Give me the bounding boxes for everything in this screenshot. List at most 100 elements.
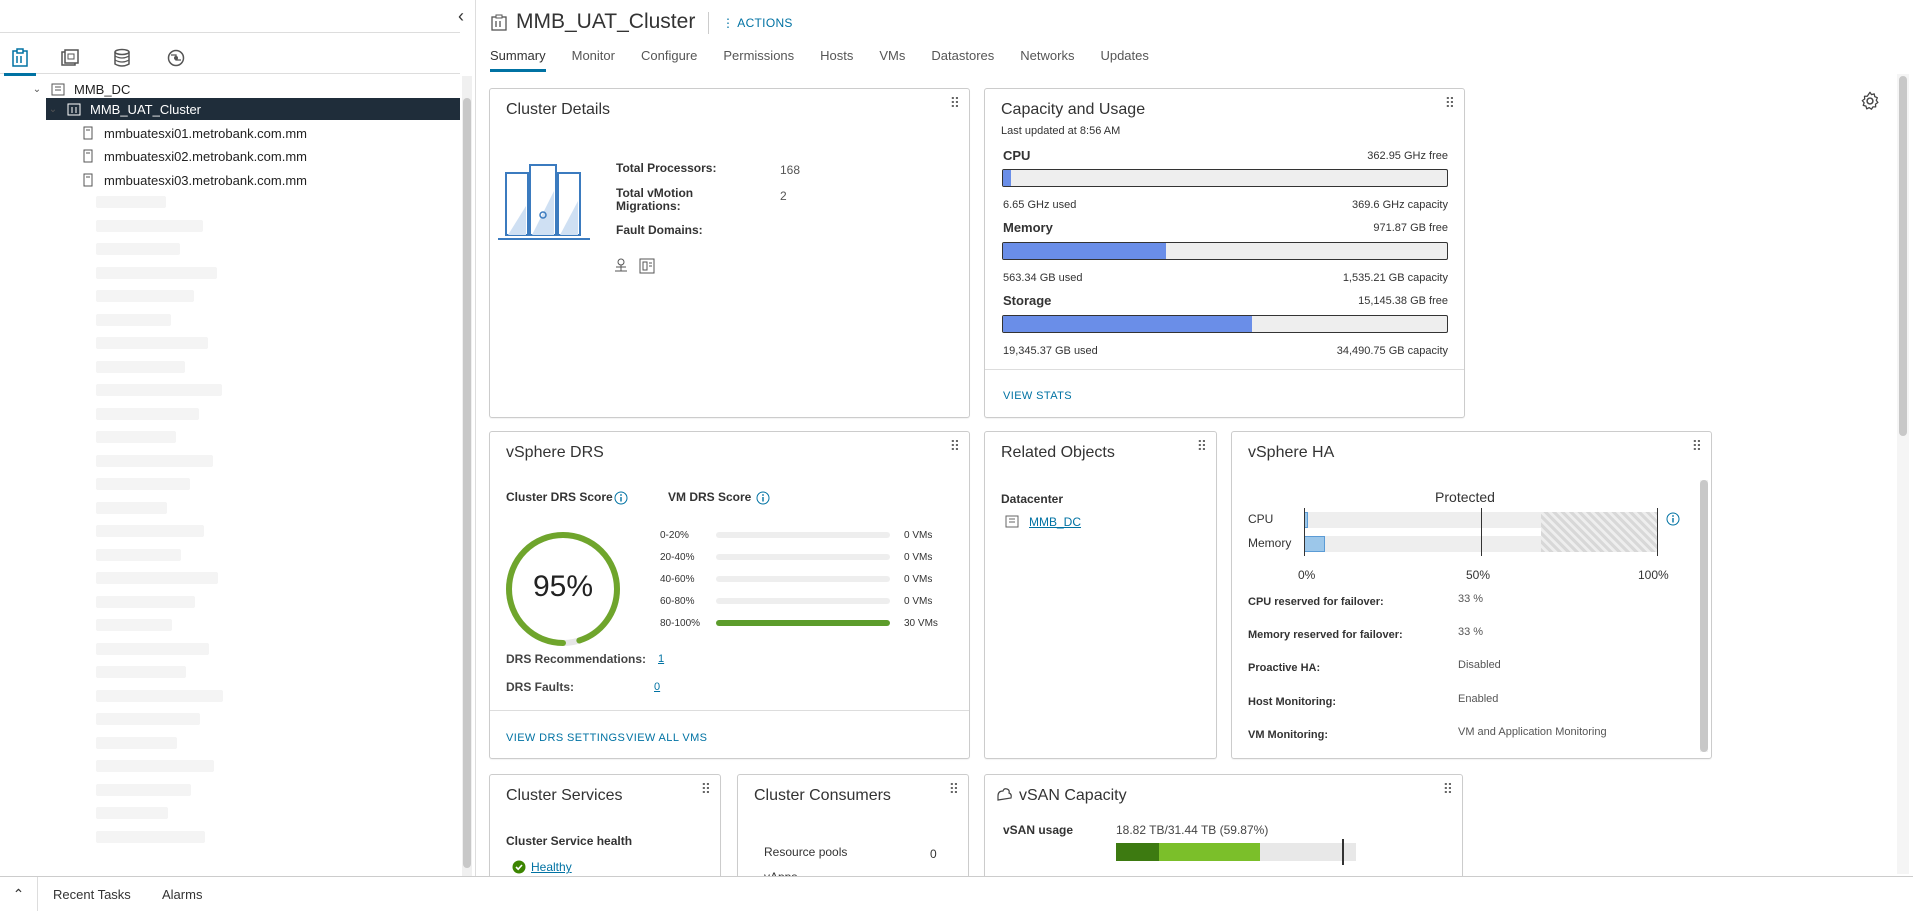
storage-view-icon[interactable] bbox=[110, 46, 134, 70]
actions-button[interactable]: ⋮ ACTIONS bbox=[722, 16, 793, 30]
object-tabs: Summary Monitor Configure Permissions Ho… bbox=[490, 48, 1175, 72]
more-vertical-icon: ⋮ bbox=[722, 16, 738, 30]
datacenter-label: Datacenter bbox=[1001, 492, 1064, 506]
cluster-drs-score-label: Cluster DRS Score bbox=[506, 490, 613, 504]
cpu-usage-fill bbox=[1003, 170, 1011, 186]
tab-configure[interactable]: Configure bbox=[641, 48, 697, 72]
vsan-threshold-marker bbox=[1342, 839, 1344, 865]
distribution-count: 0 VMs bbox=[904, 529, 933, 541]
ha-reservation-chart bbox=[1304, 508, 1658, 562]
host-profile-icon[interactable] bbox=[638, 257, 656, 280]
ha-row-value: VM and Application Monitoring bbox=[1458, 726, 1607, 738]
tree-item-label: mmbuatesxi01.metrobank.com.mm bbox=[104, 125, 308, 141]
drag-handle-icon[interactable]: ⠿ bbox=[1443, 782, 1453, 796]
chevron-up-icon[interactable]: ⌃ bbox=[0, 877, 38, 911]
vm-drs-distribution-row: 80-100% 30 VMs bbox=[660, 616, 950, 630]
ha-memory-label: Memory bbox=[1248, 536, 1292, 550]
vm-drs-distribution-row: 0-20% 0 VMs bbox=[660, 528, 950, 542]
storage-usage-bar bbox=[1002, 315, 1448, 333]
vsphere-ha-card: vSphere HA ⠿ Protected CPU Memory 0% 50%… bbox=[1231, 431, 1712, 759]
networking-view-icon[interactable] bbox=[164, 46, 188, 70]
tree-item-host[interactable]: mmbuatesxi01.metrobank.com.mm bbox=[74, 122, 307, 144]
card-title: Cluster Services bbox=[506, 787, 623, 804]
ha-reserved-area bbox=[1541, 512, 1658, 552]
card-title: Cluster Details bbox=[506, 101, 611, 118]
recent-tasks-tab[interactable]: Recent Tasks bbox=[53, 887, 131, 902]
vm-drs-distribution-row: 60-80% 0 VMs bbox=[660, 594, 950, 608]
ha-card-scrollbar[interactable] bbox=[1700, 480, 1708, 752]
alarms-tab[interactable]: Alarms bbox=[162, 887, 202, 902]
distribution-range: 20-40% bbox=[660, 551, 695, 563]
view-all-vms-button[interactable]: VIEW ALL VMS bbox=[626, 732, 707, 744]
total-processors-value: 168 bbox=[780, 163, 801, 177]
distribution-count: 30 VMs bbox=[904, 617, 938, 629]
info-icon[interactable] bbox=[614, 491, 628, 510]
tab-hosts[interactable]: Hosts bbox=[820, 48, 853, 72]
host-network-icon[interactable] bbox=[612, 257, 630, 280]
drs-recommendations-link[interactable]: 1 bbox=[658, 653, 664, 665]
cluster-consumers-card: Cluster Consumers ⠿ Resource pools 0 vAp… bbox=[737, 774, 969, 884]
collapse-navigator-button[interactable]: ‹ bbox=[458, 6, 464, 27]
chevron-down-icon[interactable]: ⌄ bbox=[30, 84, 44, 95]
tree-item-datacenter[interactable]: ⌄ MMB_DC bbox=[30, 78, 450, 100]
vm-drs-distribution-row: 20-40% 0 VMs bbox=[660, 550, 950, 564]
tree-item-label: MMB_DC bbox=[74, 81, 131, 97]
vms-templates-view-icon[interactable] bbox=[58, 46, 82, 70]
tree-item-cluster[interactable]: ⌄ MMB_UAT_Cluster bbox=[46, 98, 460, 120]
ha-status: Protected bbox=[1435, 489, 1495, 505]
tab-vms[interactable]: VMs bbox=[879, 48, 905, 72]
vsphere-drs-card: vSphere DRS ⠿ Cluster DRS Score VM DRS S… bbox=[489, 431, 970, 759]
ha-axis-label: 50% bbox=[1466, 568, 1491, 582]
ha-row-label: Host Monitoring: bbox=[1248, 696, 1336, 708]
tab-networks[interactable]: Networks bbox=[1020, 48, 1074, 72]
tree-placeholder-row bbox=[96, 548, 181, 561]
info-icon[interactable] bbox=[1666, 512, 1680, 531]
host-icon bbox=[78, 173, 98, 187]
drs-faults-link[interactable]: 0 bbox=[654, 681, 660, 693]
drag-handle-icon[interactable]: ⠿ bbox=[949, 782, 959, 796]
hosts-clusters-view-icon[interactable] bbox=[4, 46, 36, 76]
drag-handle-icon[interactable]: ⠿ bbox=[950, 439, 960, 453]
drag-handle-icon[interactable]: ⠿ bbox=[950, 96, 960, 110]
tab-summary[interactable]: Summary bbox=[490, 48, 546, 72]
cluster-illustration-icon bbox=[496, 161, 592, 250]
tree-placeholder-row bbox=[96, 736, 177, 749]
tab-updates[interactable]: Updates bbox=[1100, 48, 1148, 72]
storage-capacity: 34,490.75 GB capacity bbox=[1336, 345, 1448, 357]
drag-handle-icon[interactable]: ⠿ bbox=[1445, 96, 1455, 110]
drag-handle-icon[interactable]: ⠿ bbox=[701, 782, 711, 796]
tab-permissions[interactable]: Permissions bbox=[723, 48, 794, 72]
health-status-link[interactable]: Healthy bbox=[531, 860, 572, 874]
tree-placeholder-row bbox=[96, 431, 176, 443]
memory-capacity: 1,535.21 GB capacity bbox=[1342, 272, 1448, 284]
view-drs-settings-button[interactable]: VIEW DRS SETTINGS bbox=[506, 732, 625, 744]
tree-placeholder-row bbox=[96, 454, 213, 467]
tree-placeholder-row bbox=[96, 290, 194, 302]
navigator-scrollbar[interactable] bbox=[462, 76, 472, 876]
page-title: MMB_UAT_Cluster bbox=[516, 10, 696, 33]
cpu-free: 362.95 GHz free bbox=[1367, 150, 1448, 162]
object-header: MMB_UAT_Cluster ⋮ ACTIONS Summary Monito… bbox=[476, 0, 1896, 76]
tree-placeholder-row bbox=[96, 360, 185, 373]
main-scrollbar[interactable] bbox=[1897, 74, 1909, 874]
info-icon[interactable] bbox=[756, 491, 770, 510]
gear-icon[interactable] bbox=[1859, 90, 1881, 112]
tree-item-host[interactable]: mmbuatesxi02.metrobank.com.mm bbox=[74, 145, 307, 167]
storage-free: 15,145.38 GB free bbox=[1358, 295, 1448, 307]
tab-monitor[interactable]: Monitor bbox=[572, 48, 615, 72]
inventory-tree: ⌄ MMB_DC ⌄ MMB_UAT_Cluster mmbuatesxi01.… bbox=[0, 76, 460, 876]
vmotion-label-line2: Migrations: bbox=[616, 199, 681, 213]
view-stats-button[interactable]: VIEW STATS bbox=[1003, 390, 1072, 402]
distribution-count: 0 VMs bbox=[904, 573, 933, 585]
datacenter-link[interactable]: MMB_DC bbox=[1029, 515, 1081, 529]
tree-item-label: MMB_UAT_Cluster bbox=[90, 101, 202, 117]
chevron-down-icon[interactable]: ⌄ bbox=[46, 104, 60, 115]
tab-datastores[interactable]: Datastores bbox=[931, 48, 994, 72]
vsan-usage-value: 18.82 TB/31.44 TB (59.87%) bbox=[1116, 823, 1269, 837]
drag-handle-icon[interactable]: ⠿ bbox=[1692, 439, 1702, 453]
last-updated-text: Last updated at 8:56 AM bbox=[1001, 125, 1121, 137]
drag-handle-icon[interactable]: ⠿ bbox=[1197, 439, 1207, 453]
tree-item-host[interactable]: mmbuatesxi03.metrobank.com.mm bbox=[74, 169, 307, 191]
tree-placeholder-row bbox=[96, 313, 171, 326]
related-objects-card: Related Objects ⠿ Datacenter MMB_DC bbox=[984, 431, 1217, 759]
